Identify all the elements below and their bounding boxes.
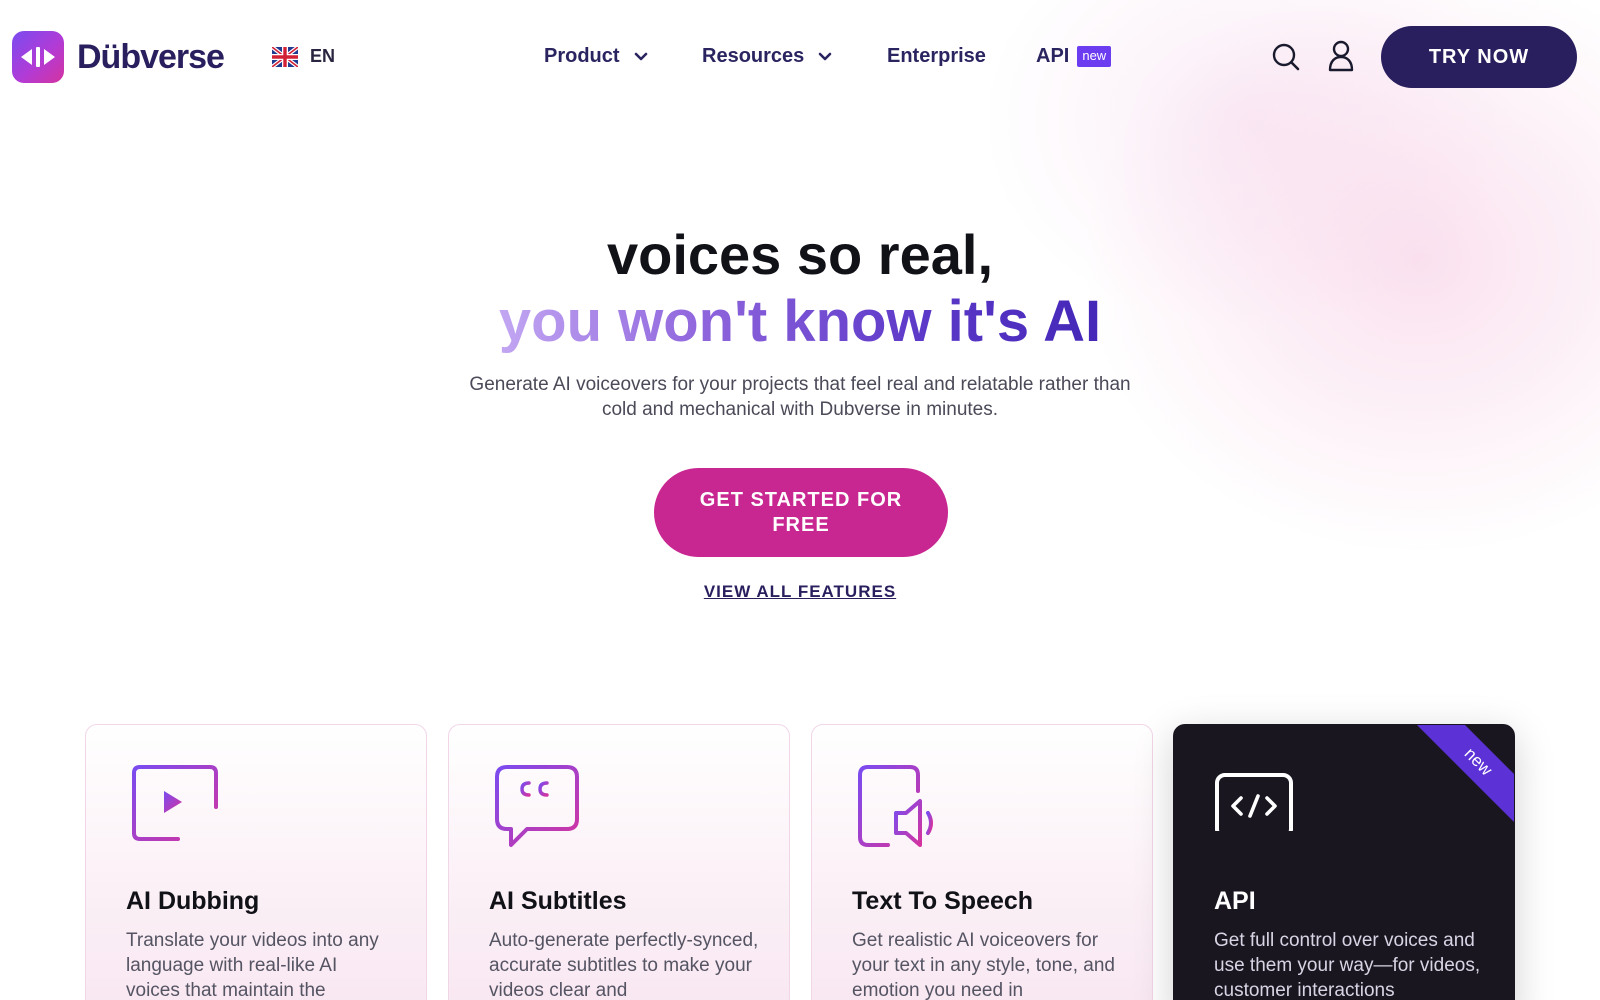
nav-resources[interactable]: Resources: [702, 45, 832, 68]
feature-card-text-to-speech[interactable]: Text To Speech Get realistic AI voiceove…: [811, 724, 1153, 1000]
card-description: Get realistic AI voiceovers for your tex…: [852, 930, 1115, 1000]
site-header: Dübverse EN Product Resources Enterprise…: [0, 0, 1600, 115]
video-voice-icon: [132, 765, 218, 849]
subtitles-chat-icon: [495, 765, 579, 847]
nav-enterprise-label: Enterprise: [887, 45, 986, 67]
logo[interactable]: Dübverse: [12, 31, 225, 83]
chevron-down-icon: [818, 52, 832, 60]
page: Dübverse EN Product Resources Enterprise…: [0, 0, 1600, 1000]
nav-api[interactable]: API new: [1036, 45, 1112, 68]
try-now-button[interactable]: TRY NOW: [1381, 26, 1577, 88]
hero-gradient-text: you won't know it's AI: [498, 289, 1102, 354]
language-selector[interactable]: EN: [272, 46, 335, 67]
nav-enterprise[interactable]: Enterprise: [887, 45, 986, 68]
code-icon: [1215, 773, 1293, 831]
hero-title-highlight: you won't know it's AI: [0, 288, 1600, 356]
card-description: Get full control over voices and use the…: [1214, 930, 1481, 1000]
feature-card-api[interactable]: new API Get full control over voices and…: [1173, 724, 1515, 1000]
logo-icon: [12, 31, 64, 83]
card-description: Translate your videos into any language …: [126, 930, 379, 1000]
new-ribbon: new: [1409, 725, 1514, 831]
card-description: Auto-generate perfectly-synced, accurate…: [489, 930, 759, 1000]
hero-title: voices so real,: [606, 223, 993, 286]
card-title: Text To Speech: [852, 887, 1034, 915]
logo-text: Dübverse: [77, 37, 225, 76]
get-started-button[interactable]: GET STARTED FOR FREE: [654, 468, 948, 557]
feature-card-ai-dubbing[interactable]: AI Dubbing Translate your videos into an…: [85, 724, 427, 1000]
user-icon[interactable]: [1327, 40, 1355, 72]
card-title: AI Subtitles: [489, 887, 627, 915]
card-title: API: [1214, 887, 1256, 915]
uk-flag-icon: [272, 46, 298, 67]
new-badge: new: [1077, 46, 1112, 67]
card-title: AI Dubbing: [126, 887, 260, 915]
document-speaker-icon: [858, 765, 933, 847]
view-all-features-link[interactable]: VIEW ALL FEATURES: [0, 582, 1600, 602]
nav-product-label: Product: [544, 45, 620, 67]
nav-resources-label: Resources: [702, 45, 805, 67]
language-label: EN: [310, 46, 336, 66]
hero-subtitle: Generate AI voiceovers for your projects…: [469, 374, 1131, 420]
nav-product[interactable]: Product: [544, 45, 648, 68]
nav-api-label: API: [1036, 45, 1070, 67]
chevron-down-icon: [634, 52, 647, 60]
feature-card-ai-subtitles[interactable]: AI Subtitles Auto-generate perfectly-syn…: [448, 724, 790, 1000]
search-icon[interactable]: [1271, 42, 1301, 72]
